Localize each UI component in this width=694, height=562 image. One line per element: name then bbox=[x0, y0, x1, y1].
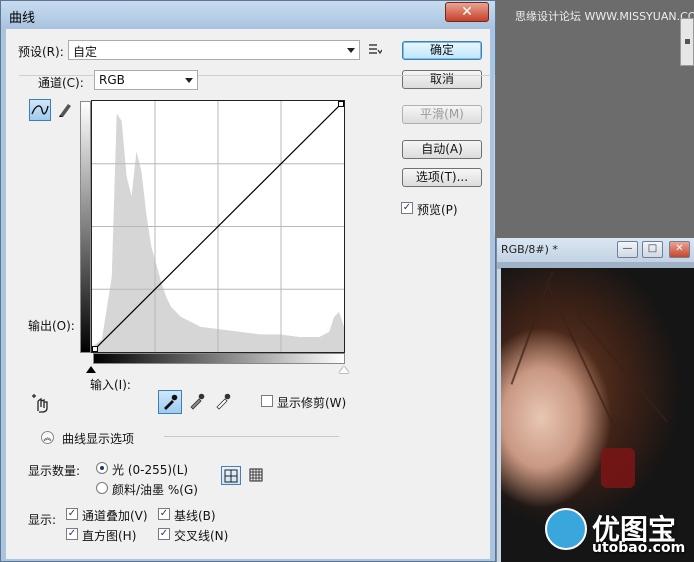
hair-strand bbox=[576, 313, 668, 423]
preview-label: 预览(P) bbox=[417, 203, 458, 217]
output-gradient-bar bbox=[80, 101, 91, 353]
input-gradient-bar bbox=[93, 353, 345, 364]
simple-grid-button[interactable] bbox=[221, 466, 241, 485]
section-divider bbox=[164, 436, 339, 437]
curve-display-options-label: 曲线显示选项 bbox=[62, 432, 135, 446]
preset-value: 自定 bbox=[73, 45, 98, 59]
document-close-button[interactable]: ✕ bbox=[669, 241, 690, 258]
dialog-titlebar[interactable]: 曲线 ✕ bbox=[1, 1, 495, 29]
preset-options-icon[interactable] bbox=[368, 43, 382, 55]
baseline-label: 基线(B) bbox=[174, 509, 216, 523]
black-eyedropper-icon bbox=[164, 394, 178, 410]
show-clipping-checkbox[interactable] bbox=[261, 395, 273, 407]
dialog-client: 预设(R): 自定 确定 取消 平滑(M) 自动(A) 选项(T)... ✓ 预… bbox=[6, 29, 495, 559]
preview-checkbox[interactable]: ✓ bbox=[401, 202, 413, 214]
on-image-adjust-icon[interactable] bbox=[30, 393, 52, 413]
output-label: 输出(O): bbox=[28, 319, 75, 333]
group-frame-top bbox=[19, 75, 491, 76]
curve-control-point[interactable] bbox=[338, 101, 344, 107]
channel-overlays-checkbox[interactable]: ✓ bbox=[66, 508, 78, 520]
detailed-grid-button[interactable] bbox=[246, 466, 266, 485]
preset-select[interactable]: 自定 bbox=[68, 40, 360, 60]
histogram-label: 直方图(H) bbox=[82, 529, 137, 543]
show-amount-label: 显示数量: bbox=[28, 464, 81, 478]
red-seal-stamp bbox=[601, 448, 635, 488]
channel-select[interactable]: RGB bbox=[94, 70, 198, 90]
black-point-slider[interactable] bbox=[86, 366, 96, 373]
panel-grip-icon bbox=[685, 39, 690, 44]
workspace-background bbox=[496, 0, 694, 240]
pencil-icon[interactable] bbox=[57, 100, 73, 118]
chevron-down-icon bbox=[185, 78, 193, 83]
site-logo-url: utobao.com bbox=[592, 540, 686, 556]
hair-strand bbox=[510, 271, 554, 385]
grid-10-icon bbox=[249, 468, 263, 482]
preset-label: 预设(R): bbox=[18, 45, 64, 59]
amount-light-radio[interactable] bbox=[96, 462, 108, 474]
document-titlebar[interactable]: RGB/8#) * — □ ✕ bbox=[497, 238, 694, 262]
smooth-button[interactable]: 平滑(M) bbox=[402, 105, 482, 124]
amount-light-label: 光 (0-255)(L) bbox=[112, 463, 189, 477]
gray-eyedropper-icon[interactable] bbox=[189, 393, 205, 411]
grid-4-icon bbox=[224, 469, 238, 483]
curve-tool-icon bbox=[31, 105, 49, 115]
maximize-button[interactable]: □ bbox=[642, 241, 663, 258]
channel-label: 通道(C): bbox=[38, 76, 84, 90]
input-label: 输入(I): bbox=[90, 378, 131, 392]
intersection-label: 交叉线(N) bbox=[174, 529, 229, 543]
black-eyedropper-button[interactable] bbox=[158, 390, 182, 414]
show-label: 显示: bbox=[28, 513, 57, 527]
channel-overlays-label: 通道叠加(V) bbox=[82, 509, 148, 523]
curve-control-point[interactable] bbox=[92, 346, 98, 352]
cancel-button[interactable]: 取消 bbox=[402, 70, 482, 89]
white-point-slider[interactable] bbox=[339, 366, 349, 373]
auto-button[interactable]: 自动(A) bbox=[402, 140, 482, 159]
curves-dialog[interactable]: 曲线 ✕ 预设(R): 自定 确定 取消 平滑(M) 自动(A) 选项(T)..… bbox=[0, 0, 496, 562]
histogram-checkbox[interactable]: ✓ bbox=[66, 528, 78, 540]
watermark-top: 思缘设计论坛 WWW.MISSYUAN.COM bbox=[515, 10, 694, 23]
bird-logo-icon bbox=[545, 508, 587, 550]
minimize-button[interactable]: — bbox=[617, 241, 638, 258]
chevron-down-icon bbox=[347, 48, 355, 53]
hair-strand bbox=[547, 285, 617, 431]
group-frame-right bbox=[494, 75, 495, 235]
curve-graph[interactable] bbox=[91, 100, 345, 353]
show-clipping-label: 显示修剪(W) bbox=[277, 396, 347, 410]
document-title: RGB/8#) * bbox=[501, 243, 558, 256]
white-eyedropper-icon[interactable] bbox=[215, 393, 231, 411]
options-button[interactable]: 选项(T)... bbox=[402, 168, 482, 187]
right-panel-strip[interactable] bbox=[680, 18, 694, 66]
intersection-checkbox[interactable]: ✓ bbox=[158, 528, 170, 540]
amount-pigment-label: 颜料/油墨 %(G) bbox=[112, 483, 198, 497]
expand-toggle-icon[interactable]: ︽ bbox=[41, 431, 54, 444]
channel-value: RGB bbox=[99, 73, 125, 87]
dialog-close-button[interactable]: ✕ bbox=[445, 2, 489, 22]
baseline-checkbox[interactable]: ✓ bbox=[158, 508, 170, 520]
ok-button[interactable]: 确定 bbox=[402, 41, 482, 60]
dialog-title: 曲线 bbox=[9, 11, 36, 26]
curve-point-tool[interactable] bbox=[29, 99, 51, 121]
amount-pigment-radio[interactable] bbox=[96, 482, 108, 494]
